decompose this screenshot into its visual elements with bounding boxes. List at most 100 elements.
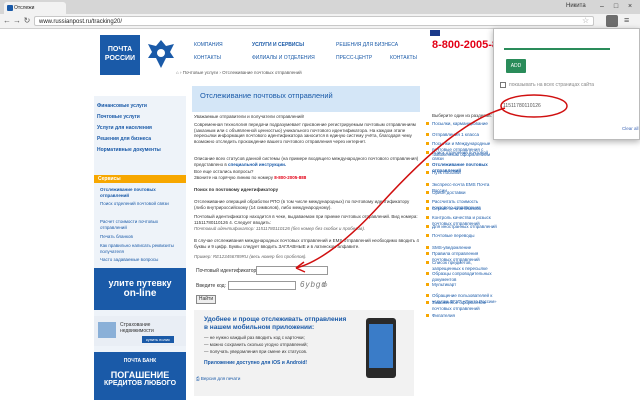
right-link-bullet-icon (426, 301, 429, 304)
tracking-number-input[interactable] (256, 266, 328, 275)
right-link-bullet-icon (426, 283, 429, 286)
uk-flag-icon[interactable] (430, 30, 440, 36)
right-sidebar-link[interactable]: Мультикарт (432, 282, 498, 288)
nav-contacts[interactable]: КОНТАКТЫ (194, 55, 221, 61)
right-sidebar-link[interactable]: Филателия (432, 313, 498, 319)
show-all-pages-checkbox[interactable] (500, 82, 506, 88)
right-link-bullet-icon (426, 234, 429, 237)
right-link-bullet-icon (426, 225, 429, 228)
sidebar-item-documents[interactable]: Нормативные документы (97, 147, 161, 153)
right-link-bullet-icon (426, 122, 429, 125)
back-icon[interactable]: ← (2, 16, 12, 26)
app-banner-title: Удобнее и проще отслеживать отправления (204, 316, 347, 323)
right-sidebar-link[interactable]: Отправления 1 класса (432, 132, 498, 138)
right-sidebar-link[interactable]: Поиск отделений почтовой связи (432, 150, 498, 161)
insurance-banner[interactable]: Страхование недвижимости купить полис (94, 316, 186, 346)
eagle-emblem-icon (148, 40, 174, 68)
house-icon (98, 322, 116, 338)
print-version-link[interactable]: ⎙ Версия для печати (196, 376, 240, 381)
forward-icon[interactable]: → (12, 16, 22, 26)
nav-branches[interactable]: ФИЛИАЛЫ И ОТДЕЛЕНИЯ (252, 55, 315, 61)
questions-text: Все еще остались вопросы? (194, 169, 254, 174)
nav-press[interactable]: ПРЕСС-ЦЕНТР (336, 55, 372, 61)
find-button[interactable]: Найти (196, 295, 216, 304)
service-print-forms[interactable]: Печать бланков (100, 234, 133, 240)
bookmark-star-icon[interactable]: ☆ (582, 16, 589, 25)
right-link-bullet-icon (426, 151, 429, 154)
app-bullet: — не нужно каждый раз вводить код с карт… (204, 335, 305, 340)
app-bullet-text: получать уведомления при смене их статус… (209, 349, 308, 354)
international-example: Пример: RE123456789RU (весь номер без пр… (194, 254, 307, 259)
service-office-search[interactable]: Поиск отделений почтовой связи (100, 201, 169, 207)
breadcrumb-current: Отслеживание почтовых отправлений (222, 70, 302, 75)
service-cost-calc[interactable]: Расчет стоимости почтовых отправлений (100, 219, 180, 231)
close-icon[interactable]: × (624, 2, 636, 11)
clear-all-link[interactable]: Clear all (622, 126, 639, 131)
url-input[interactable]: www.russianpost.ru/tracking20/ (34, 16, 594, 26)
service-address-rules[interactable]: Как правильно написать реквизиты получат… (100, 243, 180, 255)
browser-tab[interactable]: Отслежи (4, 2, 66, 14)
right-sidebar-link[interactable]: Посылки, карманирование (432, 121, 498, 127)
sidebar-item-finance[interactable]: Финансовые услуги (97, 103, 147, 109)
right-sidebar-link[interactable]: Таможенное оформление почтовых отправлен… (432, 300, 498, 311)
bank-banner[interactable]: ПОЧТА БАНК ПОГАШЕНИЕ КРЕДИТОВ ЛЮБОГО (94, 352, 186, 400)
right-sidebar-link[interactable]: Список предметов, запрещенных к пересылк… (432, 260, 498, 271)
refresh-captcha-icon[interactable]: ↻ (322, 281, 328, 289)
tour-banner[interactable]: улите путевку on-line (94, 268, 186, 310)
right-link-bullet-icon (426, 200, 429, 203)
minimize-icon[interactable]: – (596, 2, 608, 11)
app-availability-link[interactable]: Приложение доступно для iOS и Android! (204, 360, 307, 366)
hotline-text: Звоните на горячую линию по номеру 8-800… (194, 175, 420, 181)
mobile-app-banner[interactable]: Удобнее и проще отслеживать отправления … (194, 310, 414, 396)
popup-tracking-input[interactable] (504, 34, 610, 50)
sidebar-item-population[interactable]: Услуги для населения (97, 125, 152, 131)
tour-banner-line1: улите путевку (108, 278, 172, 288)
phone-mockup-icon (366, 318, 396, 378)
menu-icon[interactable]: ≡ (624, 15, 629, 25)
bank-banner-line3: КРЕДИТОВ ЛЮБОГО (103, 380, 177, 387)
service-faq[interactable]: Часто задаваемые вопросы (100, 257, 158, 263)
extension-icon[interactable] (606, 15, 618, 27)
right-sidebar-link[interactable]: Орион доставки (432, 190, 498, 196)
sidebar-item-postal[interactable]: Почтовые услуги (97, 114, 140, 120)
nav-services[interactable]: УСЛУГИ И СЕРВИСЫ (252, 42, 304, 48)
saved-tracking-number[interactable]: 11511780110126 (503, 103, 541, 109)
right-sidebar-link[interactable]: Образцы сопроводительных документов (432, 271, 498, 282)
insurance-text: Страхование недвижимости (120, 322, 154, 334)
app-bullet: — можно сохранить сколько угодно отправл… (204, 342, 308, 347)
sidebar-item-business[interactable]: Решения для бизнеса (97, 136, 151, 142)
show-all-pages-label: показывать на всех страницах сайта (509, 82, 595, 88)
window-user-name: Никита (566, 3, 586, 9)
breadcrumb-item[interactable]: Почтовые услуги (183, 70, 218, 75)
right-sidebar-link[interactable]: Почтовые переводы (432, 233, 498, 239)
right-sidebar-link[interactable]: Путь посылки (432, 170, 498, 176)
identifier-hint: Почтовый идентификатор находится в чеке,… (194, 214, 418, 225)
bank-banner-line2: ПОГАШЕНИЕ (110, 370, 170, 380)
nav-company[interactable]: КОМПАНИЯ (194, 42, 223, 48)
buy-policy-button[interactable]: купить полис (142, 336, 174, 343)
right-sidebar-link[interactable]: SMS-уведомление (432, 245, 498, 251)
international-hint: В случае отслеживания международных почт… (194, 238, 419, 249)
tour-banner-line2: on-line (123, 288, 157, 299)
nav-contacts-2[interactable]: КОНТАКТЫ (390, 55, 417, 61)
right-sidebar-header: Выберите один из разделов: (432, 113, 492, 118)
captcha-input[interactable] (228, 281, 296, 290)
nav-business[interactable]: РЕШЕНИЯ ДЛЯ БИЗНЕСА (336, 42, 398, 48)
right-link-bullet-icon (426, 171, 429, 174)
right-link-bullet-icon (426, 216, 429, 219)
tab-bar (0, 0, 640, 14)
app-bullet-text: не нужно каждый раз вводить код с карточ… (209, 335, 305, 340)
right-link-bullet-icon (426, 246, 429, 249)
right-sidebar-link[interactable]: Сервис печати бланков (432, 206, 498, 212)
right-link-bullet-icon (426, 272, 429, 275)
identifier-example: Почтовый идентификатор: 11511780110126 (… (194, 226, 366, 231)
right-sidebar-link[interactable]: Для иностранных отправлений (432, 224, 498, 230)
reload-icon[interactable]: ↻ (22, 16, 32, 26)
home-icon[interactable]: ⌂ (176, 70, 179, 75)
instruction-link[interactable]: специальной инструкции. (228, 162, 286, 167)
maximize-icon[interactable]: □ (610, 2, 622, 11)
logo-line2: РОССИИ (104, 55, 136, 62)
add-button[interactable]: ADD (506, 59, 526, 73)
service-tracking[interactable]: Отслеживание почтовых отправлений (100, 187, 180, 199)
russian-post-logo[interactable]: ПОЧТА РОССИИ (100, 35, 140, 75)
